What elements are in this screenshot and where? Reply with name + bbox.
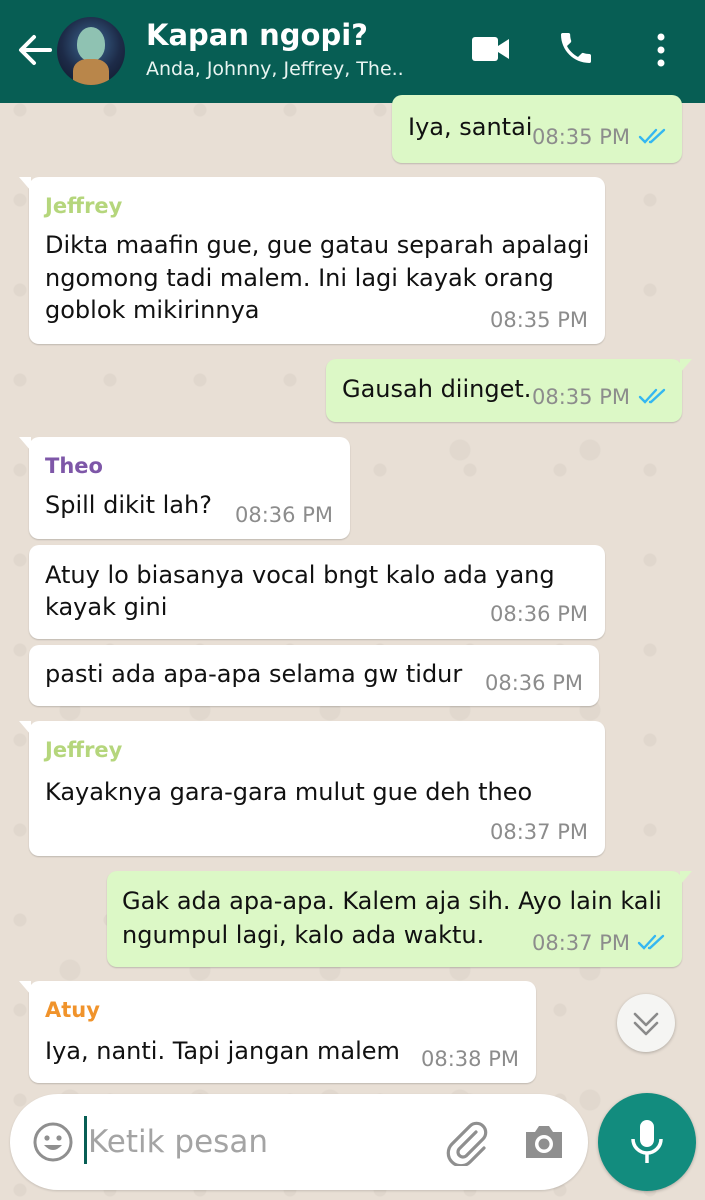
voice-record-button[interactable]: [598, 1093, 696, 1191]
camera-button[interactable]: [522, 1122, 566, 1166]
emoji-icon: [33, 1122, 73, 1162]
sender-name: Jeffrey: [45, 738, 123, 762]
double-check-icon: [637, 934, 665, 950]
message-text: Iya, santai: [408, 113, 533, 141]
message-time: 08:35 PM: [532, 385, 630, 409]
sender-name: Theo: [45, 454, 103, 478]
message-time: 08:35 PM: [532, 125, 630, 149]
sender-name: Jeffrey: [45, 194, 123, 218]
more-options-button[interactable]: [652, 32, 670, 72]
message-line: Gak ada apa-apa. Kalem aja sih. Ayo lain…: [122, 887, 662, 915]
message-line: kayak gini: [45, 593, 168, 621]
more-vertical-icon: [657, 33, 665, 67]
message-time: 08:36 PM: [235, 503, 333, 527]
back-button[interactable]: [14, 28, 54, 72]
message-composer: Ketik pesan: [10, 1094, 588, 1190]
message-bubble-incoming[interactable]: Jeffrey Kayaknya gara-gara mulut gue deh…: [19, 721, 605, 856]
message-time: 08:36 PM: [485, 671, 583, 695]
message-bubble-incoming[interactable]: Theo Spill dikit lah? 08:36 PM: [19, 437, 350, 539]
message-time: 08:37 PM: [532, 931, 630, 955]
phone-icon: [561, 33, 591, 63]
message-text: Iya, nanti. Tapi jangan malem: [45, 1037, 400, 1065]
message-bubble-outgoing[interactable]: Iya, santai 08:35 PM: [392, 95, 682, 163]
paperclip-icon: [446, 1121, 488, 1168]
message-line: goblok mikirinnya: [45, 296, 260, 324]
message-text: Spill dikit lah?: [45, 491, 212, 519]
video-call-icon: [472, 37, 509, 61]
message-bubble-incoming[interactable]: pasti ada apa-apa selama gw tidur 08:36 …: [29, 645, 599, 706]
double-check-icon: [638, 128, 666, 144]
group-avatar[interactable]: [57, 17, 125, 85]
microphone-icon: [631, 1120, 663, 1163]
message-bubble-outgoing[interactable]: Gak ada apa-apa. Kalem aja sih. Ayo lain…: [107, 871, 692, 967]
text-cursor: [84, 1116, 87, 1164]
message-line: ngumpul lagi, kalo ada waktu.: [122, 921, 485, 949]
sender-name: Atuy: [45, 998, 100, 1022]
camera-icon: [526, 1126, 562, 1158]
message-text: Kayaknya gara-gara mulut gue deh theo: [45, 778, 533, 806]
emoji-button[interactable]: [32, 1121, 74, 1167]
video-call-button[interactable]: [471, 34, 511, 68]
message-bubble-outgoing[interactable]: Gausah diinget. 08:35 PM: [326, 359, 692, 422]
message-bubble-incoming[interactable]: Atuy Iya, nanti. Tapi jangan malem 08:38…: [19, 981, 536, 1083]
message-bubble-incoming[interactable]: Atuy lo biasanya vocal bngt kalo ada yan…: [29, 545, 605, 639]
attach-button[interactable]: [442, 1118, 490, 1170]
message-bubble-incoming[interactable]: Jeffrey Dikta maafin gue, gue gatau sepa…: [19, 177, 605, 344]
message-time: 08:35 PM: [490, 308, 588, 332]
arrow-left-icon: [19, 35, 52, 65]
message-time: 08:36 PM: [490, 602, 588, 626]
chat-title[interactable]: Kapan ngopi?: [146, 18, 368, 52]
message-time: 08:38 PM: [421, 1047, 519, 1071]
voice-call-button[interactable]: [556, 28, 596, 72]
message-line: Dikta maafin gue, gue gatau separah apal…: [45, 231, 590, 259]
double-check-icon: [638, 388, 666, 404]
chat-header: Kapan ngopi? Anda, Johnny, Jeffrey, The.…: [0, 0, 705, 103]
chat-participants[interactable]: Anda, Johnny, Jeffrey, The..: [146, 58, 404, 80]
message-text: pasti ada apa-apa selama gw tidur: [45, 660, 463, 688]
message-line: ngomong tadi malem. Ini lagi kayak orang: [45, 264, 554, 292]
message-line: Atuy lo biasanya vocal bngt kalo ada yan…: [45, 561, 555, 589]
message-input[interactable]: Ketik pesan: [88, 1124, 268, 1160]
chevron-double-down-icon: [633, 1012, 659, 1036]
message-time: 08:37 PM: [490, 820, 588, 844]
scroll-to-bottom-button[interactable]: [617, 994, 675, 1052]
message-text: Gausah diinget.: [342, 375, 532, 403]
